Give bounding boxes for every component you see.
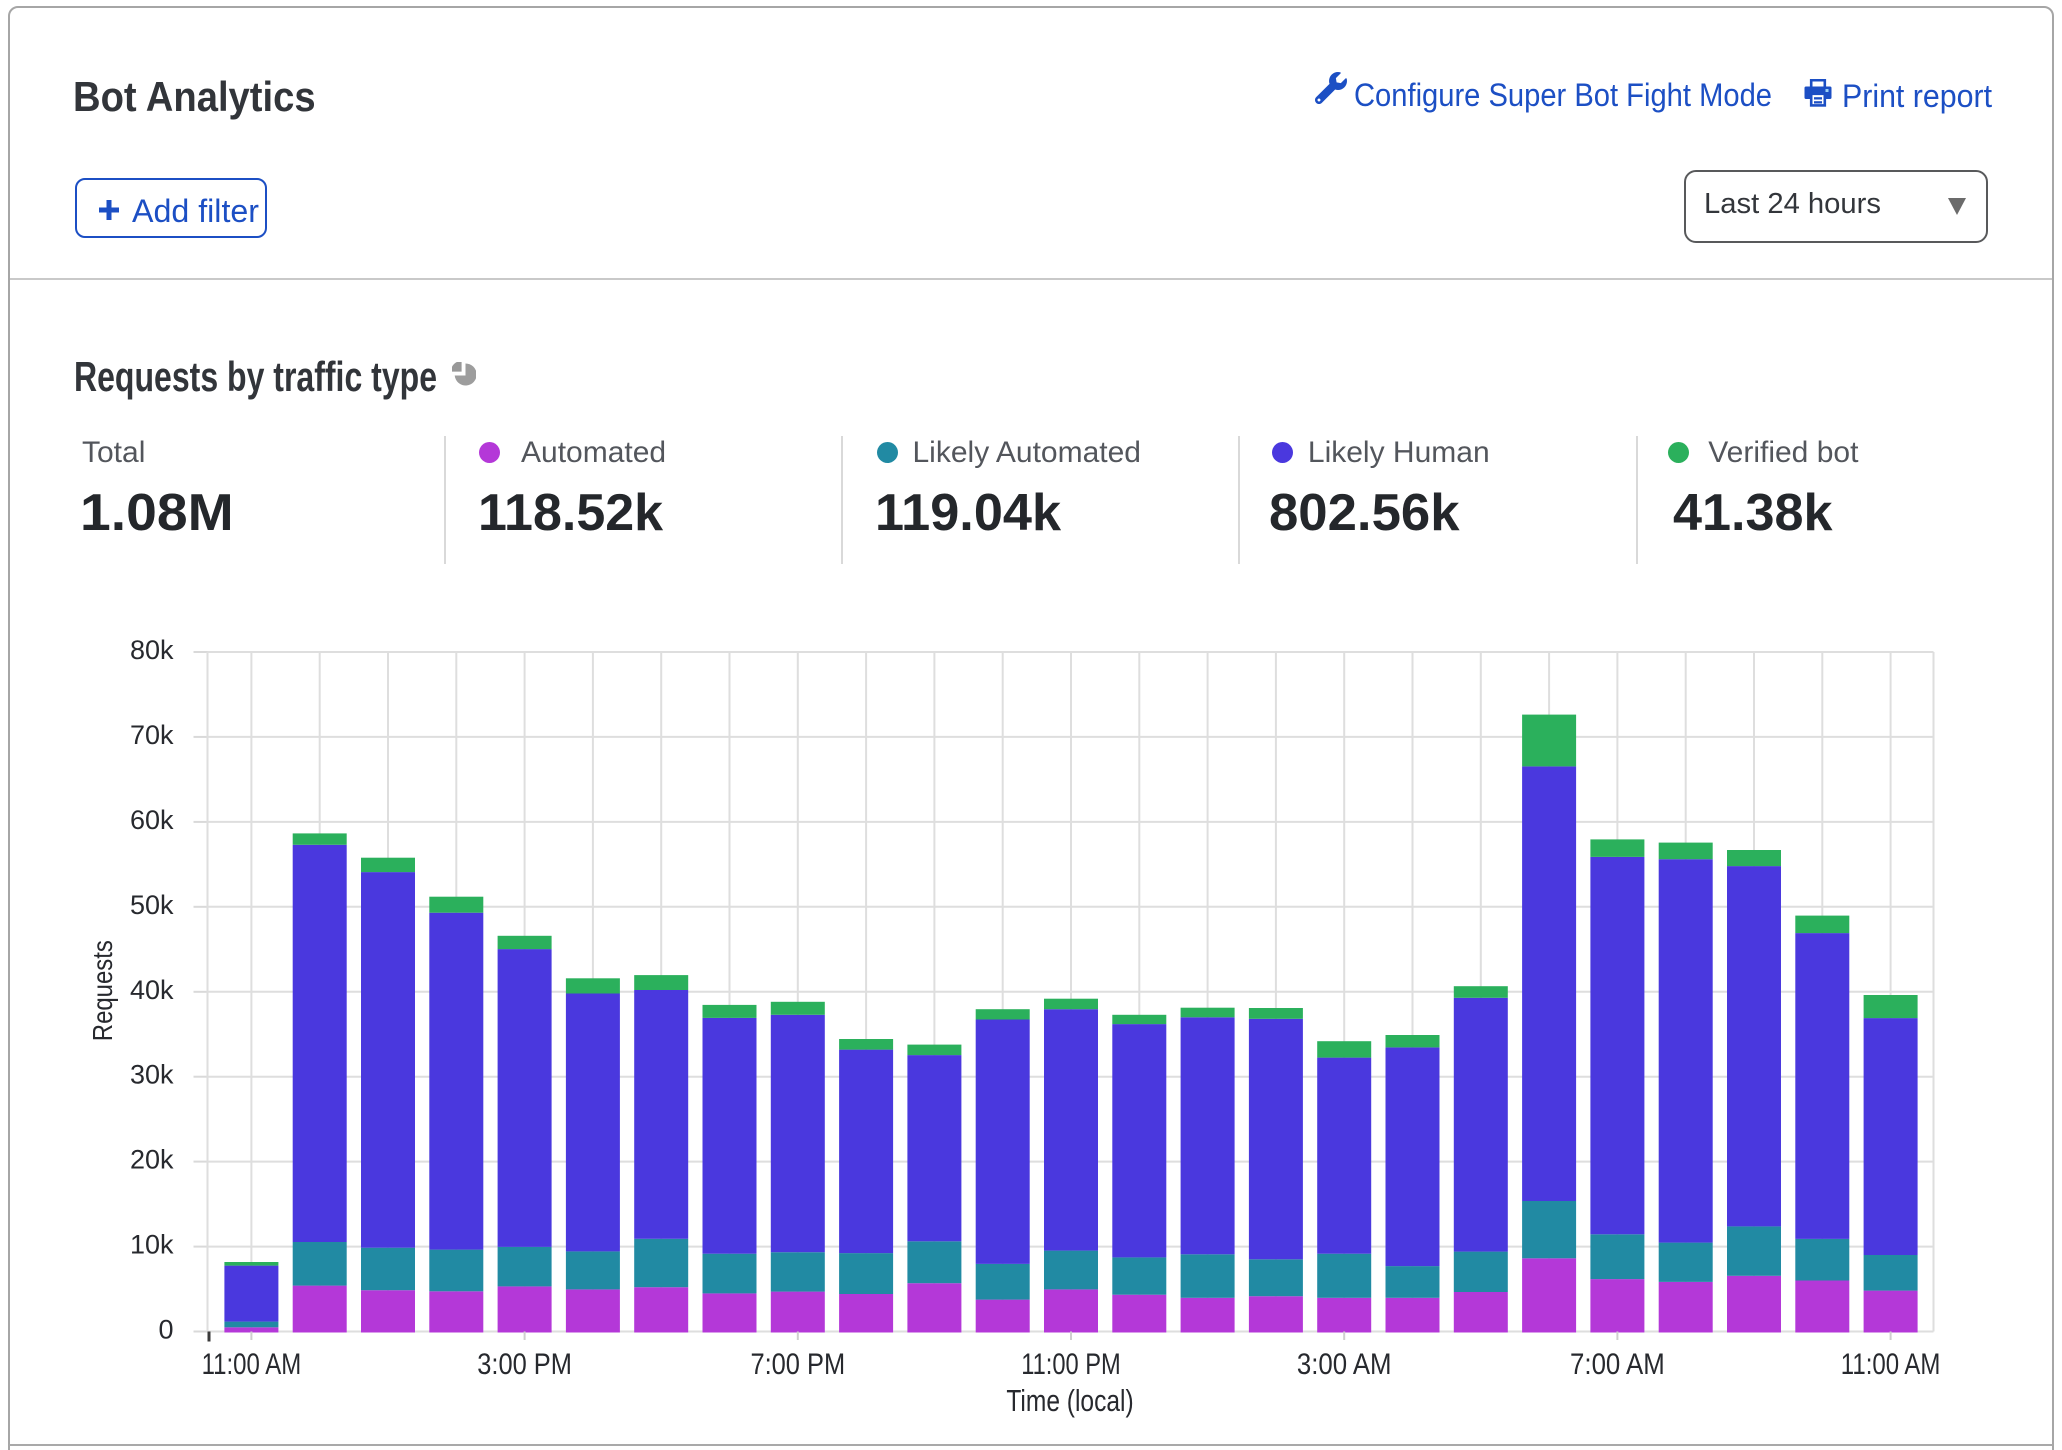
svg-text:11:00 PM: 11:00 PM bbox=[1021, 1348, 1121, 1381]
svg-text:3:00 PM: 3:00 PM bbox=[477, 1348, 572, 1381]
svg-text:30k: 30k bbox=[130, 1060, 174, 1090]
svg-text:3:00 AM: 3:00 AM bbox=[1297, 1348, 1392, 1381]
svg-text:70k: 70k bbox=[130, 720, 174, 750]
svg-text:20k: 20k bbox=[130, 1145, 174, 1175]
svg-text:7:00 AM: 7:00 AM bbox=[1570, 1348, 1665, 1381]
svg-text:7:00 PM: 7:00 PM bbox=[750, 1348, 845, 1381]
svg-text:60k: 60k bbox=[130, 805, 174, 835]
svg-text:40k: 40k bbox=[130, 975, 174, 1005]
svg-text:11:00 AM: 11:00 AM bbox=[202, 1348, 302, 1381]
svg-text:Time (local): Time (local) bbox=[1006, 1383, 1133, 1418]
svg-text:Requests: Requests bbox=[87, 940, 118, 1041]
svg-text:50k: 50k bbox=[130, 890, 174, 920]
svg-text:10k: 10k bbox=[130, 1230, 174, 1260]
svg-text:0: 0 bbox=[158, 1315, 173, 1345]
svg-text:80k: 80k bbox=[130, 635, 174, 665]
svg-text:11:00 AM: 11:00 AM bbox=[1841, 1348, 1941, 1381]
